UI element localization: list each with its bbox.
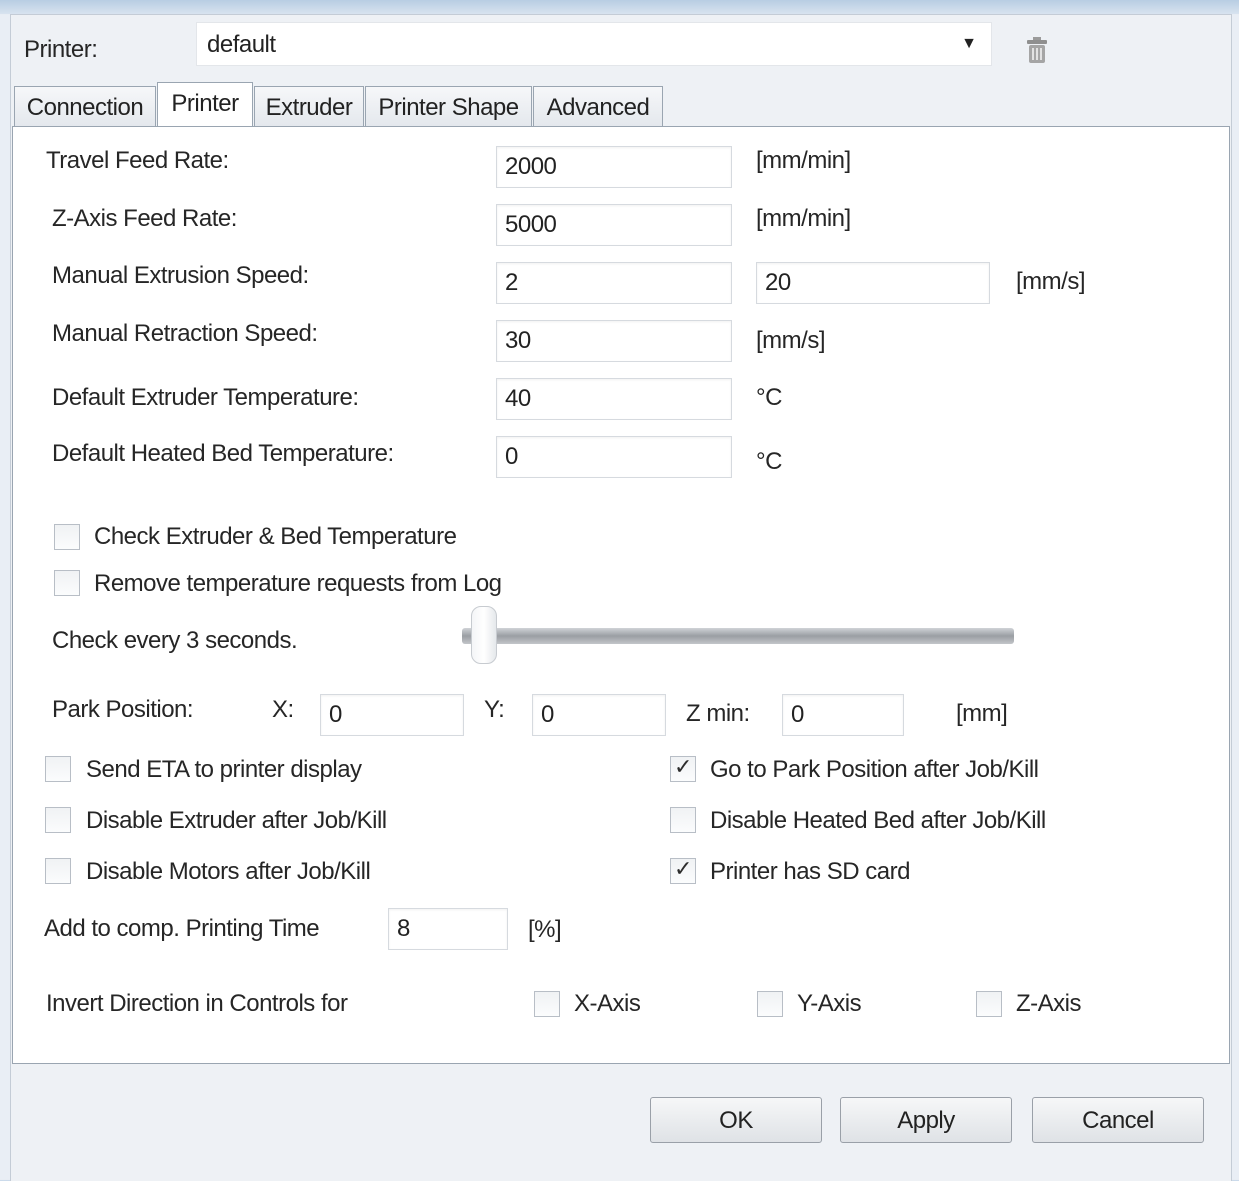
default-bed-temp-label: Default Heated Bed Temperature: (52, 440, 394, 467)
disable-heated-bed-label: Disable Heated Bed after Job/Kill (710, 807, 1046, 834)
z-axis-feed-rate-input[interactable] (496, 204, 732, 246)
travel-feed-rate-input[interactable] (496, 146, 732, 188)
printing-time-unit: [%] (528, 916, 562, 943)
park-z-min-label: Z min: (686, 700, 750, 727)
invert-x-axis-label: X-Axis (574, 990, 641, 1017)
travel-feed-rate-label: Travel Feed Rate: (46, 147, 229, 174)
manual-retraction-speed-input[interactable] (496, 320, 732, 362)
disable-extruder-checkbox[interactable]: ✓ (45, 807, 71, 833)
manual-retraction-speed-unit: [mm/s] (756, 327, 826, 354)
default-bed-temp-unit: °C (756, 448, 782, 475)
apply-button[interactable]: Apply (840, 1097, 1012, 1143)
disable-motors-label: Disable Motors after Job/Kill (86, 858, 371, 885)
invert-z-axis-label: Z-Axis (1016, 990, 1082, 1017)
check-interval-slider[interactable] (462, 628, 1014, 644)
invert-direction-label: Invert Direction in Controls for (46, 990, 348, 1017)
invert-y-axis-label: Y-Axis (797, 990, 862, 1017)
sd-card-label: Printer has SD card (710, 858, 910, 885)
park-position-label: Park Position: (52, 696, 194, 723)
go-to-park-label: Go to Park Position after Job/Kill (710, 756, 1039, 783)
send-eta-checkbox[interactable]: ✓ (45, 756, 71, 782)
disable-motors-checkbox[interactable]: ✓ (45, 858, 71, 884)
remove-temperature-requests-label: Remove temperature requests from Log (94, 570, 502, 597)
invert-y-axis-checkbox[interactable]: ✓ (757, 991, 783, 1017)
printing-time-label: Add to comp. Printing Time (44, 915, 320, 942)
z-axis-feed-rate-label: Z-Axis Feed Rate: (52, 205, 237, 232)
default-extruder-temp-unit: °C (756, 384, 782, 411)
cancel-button[interactable]: Cancel (1032, 1097, 1204, 1143)
sd-card-checkbox[interactable]: ✓ (670, 856, 696, 884)
park-x-label: X: (272, 696, 294, 723)
default-extruder-temp-input[interactable] (496, 378, 732, 420)
checkmark-icon: ✓ (674, 856, 693, 881)
park-position-unit: [mm] (956, 700, 1008, 727)
z-axis-feed-rate-unit: [mm/min] (756, 205, 851, 232)
invert-x-axis-checkbox[interactable]: ✓ (534, 991, 560, 1017)
park-y-label: Y: (484, 696, 505, 723)
disable-extruder-label: Disable Extruder after Job/Kill (86, 807, 387, 834)
manual-extrusion-speed-input[interactable] (496, 262, 732, 304)
printing-time-input[interactable] (388, 908, 508, 950)
manual-extrusion-speed-unit: [mm/s] (1016, 268, 1086, 295)
travel-feed-rate-unit: [mm/min] (756, 147, 851, 174)
check-interval-label: Check every 3 seconds. (52, 627, 298, 654)
ok-button[interactable]: OK (650, 1097, 822, 1143)
default-bed-temp-input[interactable] (496, 436, 732, 478)
park-x-input[interactable] (320, 694, 464, 736)
check-temperature-label: Check Extruder & Bed Temperature (94, 523, 457, 550)
check-interval-slider-thumb[interactable] (471, 606, 497, 664)
park-z-min-input[interactable] (782, 694, 904, 736)
send-eta-label: Send ETA to printer display (86, 756, 362, 783)
go-to-park-checkbox[interactable]: ✓ (670, 754, 696, 782)
check-temperature-checkbox[interactable]: ✓ (54, 524, 80, 550)
remove-temperature-requests-checkbox[interactable]: ✓ (54, 570, 80, 596)
park-y-input[interactable] (532, 694, 666, 736)
manual-extrusion-speed-label: Manual Extrusion Speed: (52, 262, 309, 289)
invert-z-axis-checkbox[interactable]: ✓ (976, 991, 1002, 1017)
checkmark-icon: ✓ (674, 754, 693, 779)
default-extruder-temp-label: Default Extruder Temperature: (52, 384, 359, 411)
manual-retraction-speed-label: Manual Retraction Speed: (52, 320, 318, 347)
manual-extrusion-speed-input-2[interactable] (756, 262, 990, 304)
disable-heated-bed-checkbox[interactable]: ✓ (670, 807, 696, 833)
